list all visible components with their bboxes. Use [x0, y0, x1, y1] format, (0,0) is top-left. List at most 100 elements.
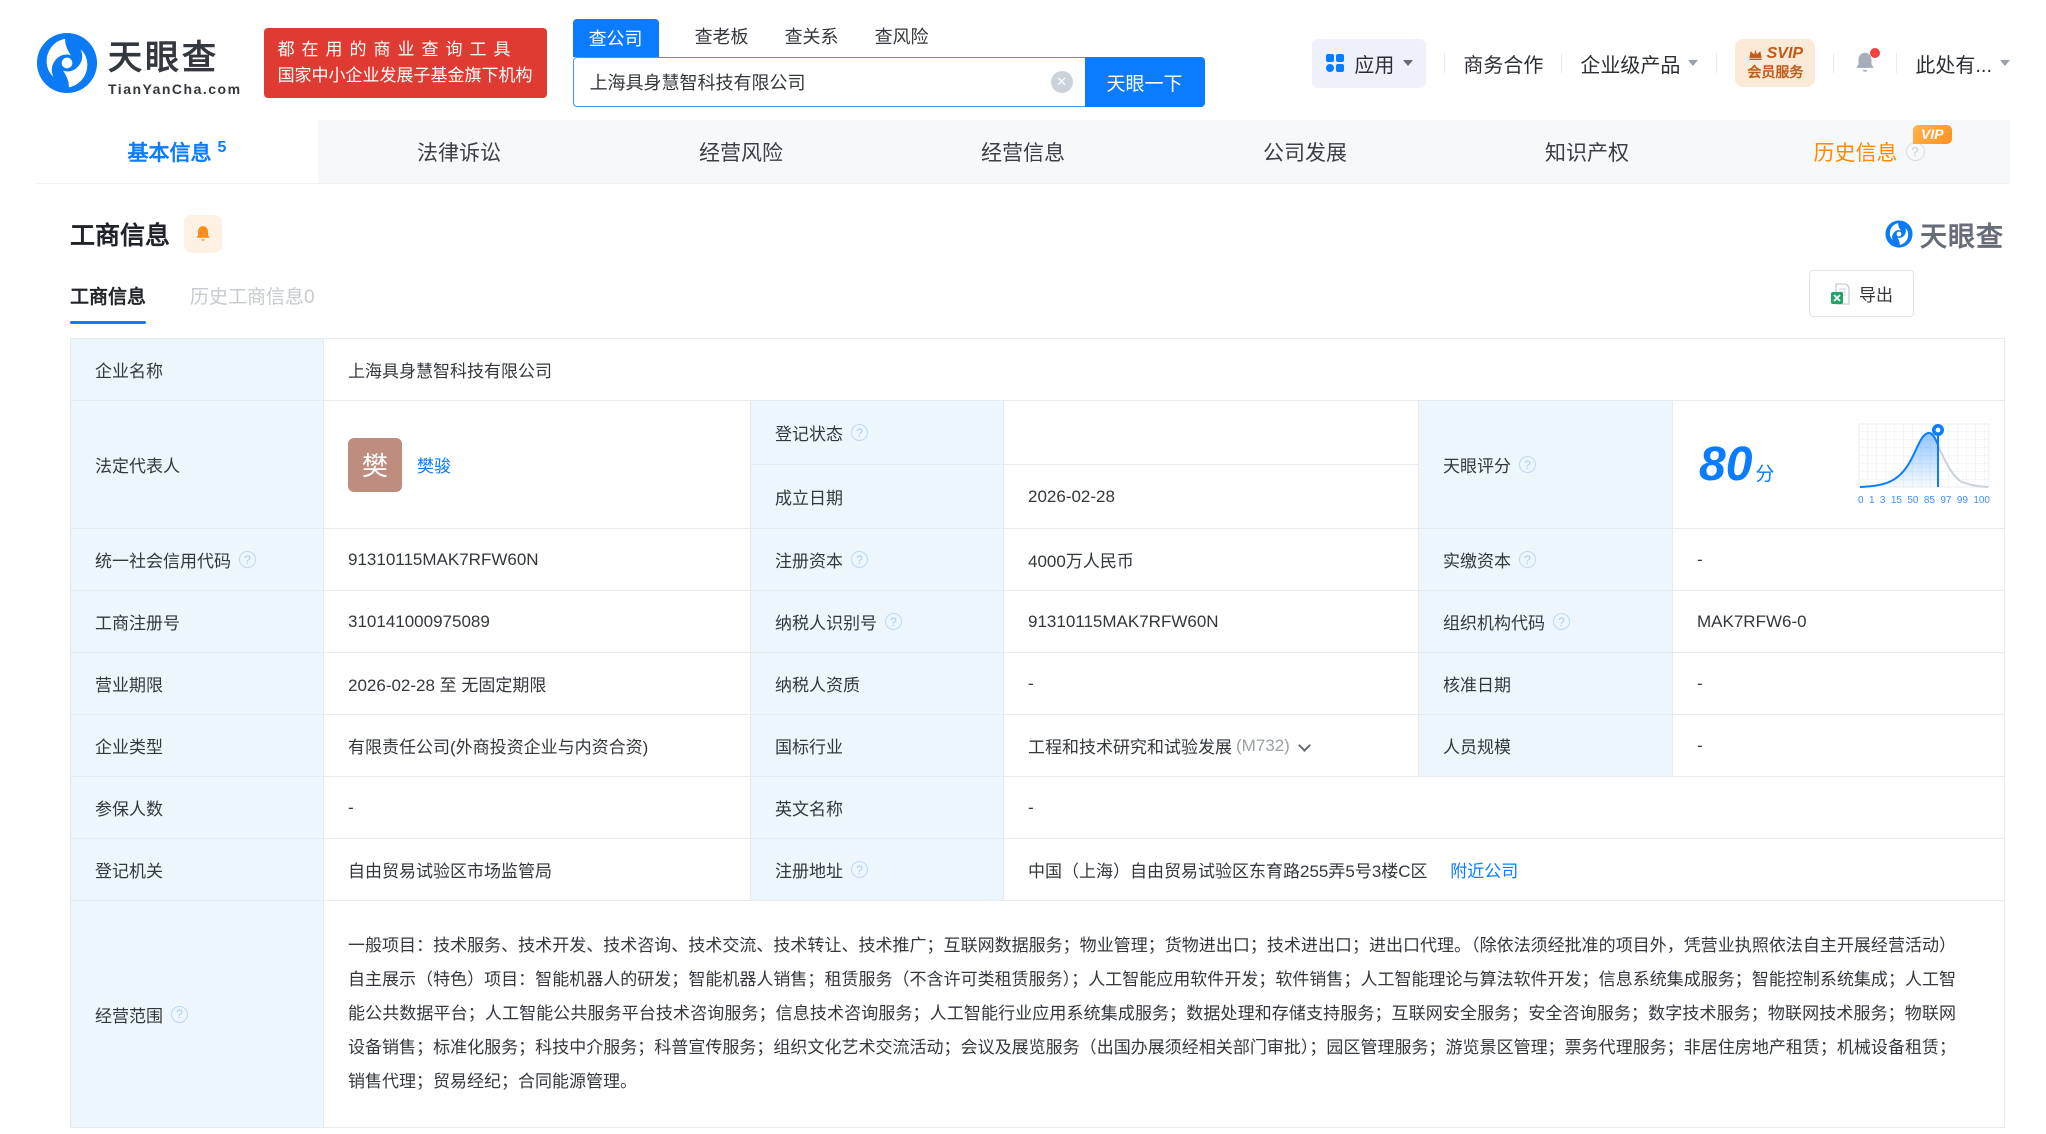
tab-label: 经营风险 [699, 137, 783, 167]
tianyancha-logo-icon [36, 32, 98, 94]
table-row: 企业类型 有限责任公司(外商投资企业与内资合资) 国标行业 工程和技术研究和试验… [71, 715, 2005, 777]
field-label-taxpayer-id: 纳税人识别号 ? [751, 591, 1004, 653]
clear-search-icon[interactable]: ✕ [1051, 71, 1073, 93]
tianyancha-logo[interactable]: 天眼查 TianYanCha.com [36, 30, 242, 97]
subtab-history-business-info[interactable]: 历史工商信息0 [190, 282, 315, 324]
table-row: 经营范围 ? 一般项目：技术服务、技术开发、技术咨询、技术交流、技术转让、技术推… [71, 901, 2005, 1128]
chevron-down-icon[interactable] [1298, 739, 1311, 752]
field-value-organization-code: MAK7RFW6-0 [1673, 591, 2005, 653]
tab-count: 5 [218, 139, 227, 157]
search-tabs: 查公司 查老板 查关系 查风险 [573, 19, 1205, 57]
search-tab-relations[interactable]: 查关系 [785, 23, 839, 57]
tianyancha-watermark-icon [1885, 220, 1913, 248]
tab-label: 公司发展 [1263, 137, 1347, 167]
monitor-bell-button[interactable] [184, 215, 222, 253]
field-label-national-industry: 国标行业 [751, 715, 1004, 777]
brand-slogan-badge: 都在用的商业查询工具 国家中小企业发展子基金旗下机构 [264, 28, 547, 99]
help-icon[interactable]: ? [1906, 142, 1925, 161]
user-nickname: 此处有... [1915, 49, 1992, 78]
field-label-company-type: 企业类型 [71, 715, 324, 777]
table-row: 统一社会信用代码 ? 91310115MAK7RFW60N 注册资本 ? 400… [71, 529, 2005, 591]
slogan-line2: 国家中小企业发展子基金旗下机构 [278, 63, 533, 89]
field-value-registered-capital: 4000万人民币 [1004, 529, 1419, 591]
field-value-company-name: 上海具身慧智科技有限公司 [324, 339, 2005, 401]
field-value-paid-in-capital: - [1673, 529, 2005, 591]
field-label-english-name: 英文名称 [751, 777, 1004, 839]
help-icon[interactable]: ? [239, 551, 256, 568]
business-info-table: 企业名称 上海具身慧智科技有限公司 法定代表人 樊 樊骏 登记状态 ? [70, 338, 2005, 1128]
legal-rep-avatar[interactable]: 樊 [348, 438, 402, 492]
notification-dot [1870, 48, 1880, 58]
search-tab-risk[interactable]: 查风险 [875, 23, 929, 57]
field-label-approval-date: 核准日期 [1419, 653, 1673, 715]
help-icon[interactable]: ? [1519, 551, 1536, 568]
tab-basic-info[interactable]: 基本信息 5 [36, 120, 318, 183]
help-icon[interactable]: ? [851, 551, 868, 568]
subtab-business-info[interactable]: 工商信息 [70, 282, 146, 324]
nav-business-coop[interactable]: 商务合作 [1463, 49, 1543, 78]
apps-menu[interactable]: 应用 [1312, 39, 1426, 88]
field-label-paid-in-capital: 实缴资本 ? [1419, 529, 1673, 591]
tianyancha-watermark: 天眼查 [1885, 215, 2004, 254]
tab-history-info[interactable]: 历史信息 VIP ? [1728, 120, 2010, 183]
field-value-taxpayer-id: 91310115MAK7RFW60N [1004, 591, 1419, 653]
help-icon[interactable]: ? [851, 861, 868, 878]
tab-intellectual-property[interactable]: 知识产权 [1446, 120, 1728, 183]
field-value-business-scope: 一般项目：技术服务、技术开发、技术咨询、技术交流、技术转让、技术推广；互联网数据… [324, 901, 2005, 1128]
help-icon[interactable]: ? [1553, 613, 1570, 630]
score-value: 80分 [1699, 437, 1774, 492]
field-value-insured-count: - [324, 777, 751, 839]
table-row: 登记机关 自由贸易试验区市场监管局 注册地址 ? 中国（上海）自由贸易试验区东育… [71, 839, 2005, 901]
field-value-approval-date: - [1673, 653, 2005, 715]
field-label-staff-size: 人员规模 [1419, 715, 1673, 777]
crown-icon [1748, 48, 1763, 61]
export-button[interactable]: 导出 [1809, 270, 1914, 317]
enterprise-products-label: 企业级产品 [1580, 49, 1680, 78]
help-icon[interactable]: ? [851, 424, 868, 441]
tab-label: 经营信息 [981, 137, 1065, 167]
logo-title: 天眼查 [108, 30, 242, 79]
vip-badge: VIP [1913, 125, 1952, 144]
search-button[interactable]: 天眼一下 [1085, 57, 1205, 107]
field-value-staff-size: - [1673, 715, 2005, 777]
field-label-registered-capital: 注册资本 ? [751, 529, 1004, 591]
table-row: 法定代表人 樊 樊骏 登记状态 ? 天眼评分 ? [71, 401, 2005, 465]
field-label-business-term: 营业期限 [71, 653, 324, 715]
help-icon[interactable]: ? [171, 1006, 188, 1023]
business-info-section: 工商信息 天眼查 工商信息 历史工商信息0 [70, 214, 2004, 1128]
svip-label: SVIP [1767, 44, 1803, 64]
field-label-registration-status: 登记状态 ? [751, 401, 1004, 465]
nearby-companies-link[interactable]: 附近公司 [1450, 862, 1518, 881]
search-tab-company[interactable]: 查公司 [573, 19, 659, 57]
search-input[interactable] [573, 57, 1085, 107]
notifications-bell[interactable] [1852, 50, 1878, 76]
field-label-registration-authority: 登记机关 [71, 839, 324, 901]
nav-enterprise-products[interactable]: 企业级产品 [1580, 49, 1698, 78]
field-label-business-scope: 经营范围 ? [71, 901, 324, 1128]
field-value-registration-authority: 自由贸易试验区市场监管局 [324, 839, 751, 901]
tab-business-operations[interactable]: 经营信息 [882, 120, 1164, 183]
legal-rep-link[interactable]: 樊骏 [417, 452, 451, 477]
tab-company-development[interactable]: 公司发展 [1164, 120, 1446, 183]
score-distribution-chart: 0131550859799100 [1858, 423, 1990, 506]
field-value-tianyan-score: 80分 [1673, 401, 2005, 529]
top-nav: 应用 商务合作 企业级产品 SVIP 会员服务 [1312, 39, 2010, 88]
tab-legal-proceedings[interactable]: 法律诉讼 [318, 120, 600, 183]
field-value-company-type: 有限责任公司(外商投资企业与内资合资) [324, 715, 751, 777]
field-label-credit-code: 统一社会信用代码 ? [71, 529, 324, 591]
tab-operational-risk[interactable]: 经营风险 [600, 120, 882, 183]
logo-domain: TianYanCha.com [108, 81, 242, 97]
field-value-legal-representative: 樊 樊骏 [324, 401, 751, 529]
svip-member-service[interactable]: SVIP 会员服务 [1735, 39, 1815, 87]
divider [1716, 53, 1717, 73]
field-label-legal-representative: 法定代表人 [71, 401, 324, 529]
search-box: ✕ 天眼一下 [573, 57, 1205, 107]
user-menu[interactable]: 此处有... [1915, 49, 2010, 78]
help-icon[interactable]: ? [1519, 456, 1536, 473]
apps-grid-icon [1325, 53, 1345, 73]
table-row: 企业名称 上海具身慧智科技有限公司 [71, 339, 2005, 401]
field-value-registered-address: 中国（上海）自由贸易试验区东育路255弄5号3楼C区 附近公司 [1004, 839, 2005, 901]
help-icon[interactable]: ? [885, 613, 902, 630]
field-value-business-term: 2026-02-28 至 无固定期限 [324, 653, 751, 715]
search-tab-boss[interactable]: 查老板 [695, 23, 749, 57]
